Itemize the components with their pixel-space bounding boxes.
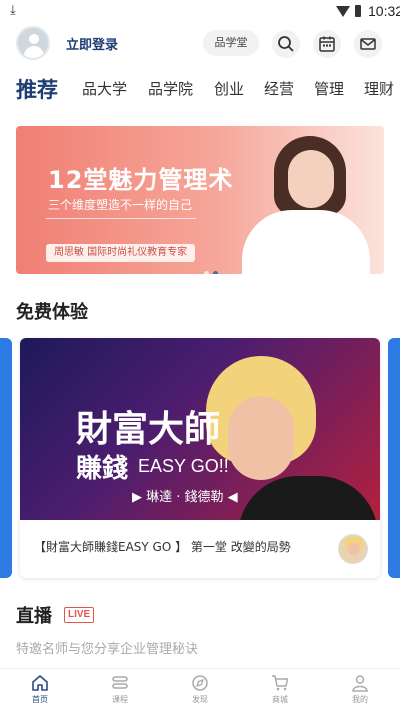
nav-mall[interactable]: 商城 xyxy=(250,673,310,705)
live-badge: LIVE xyxy=(64,607,95,623)
banner-subtitle: 三个维度塑造不一样的自己 xyxy=(48,198,193,212)
avatar[interactable] xyxy=(16,26,50,60)
nav-course-label: 课程 xyxy=(112,695,128,704)
promo-banner[interactable]: 12堂魅力管理术 三个维度塑造不一样的自己 周思敏 国际时尚礼仪教育专家 xyxy=(16,126,384,274)
nav-profile[interactable]: 我的 xyxy=(330,673,390,705)
battery-icon xyxy=(355,5,361,17)
category-tabs: 推荐 品大学 品学院 创业 经营 管理 理财 xyxy=(0,74,400,110)
pinxuetang-button[interactable]: 品学堂 xyxy=(203,30,259,56)
speaker-body-shape xyxy=(238,476,378,520)
banner-divider xyxy=(46,218,196,219)
calendar-button[interactable] xyxy=(313,30,341,58)
discover-icon xyxy=(192,675,208,691)
course-card[interactable]: 財富大師 賺錢 EASY GO!! ▶ 琳達 · 錢德勒 ◀ 【財富大師賺錢EA… xyxy=(20,338,380,578)
banner-presenter-image xyxy=(228,136,378,274)
search-icon xyxy=(278,36,294,52)
download-icon: ⤓ xyxy=(10,3,16,18)
profile-icon xyxy=(352,675,368,692)
home-icon xyxy=(32,675,48,691)
prev-card-peek[interactable] xyxy=(0,338,12,578)
pagination-dot[interactable] xyxy=(204,271,209,274)
live-description: 特邀名师与您分享企业管理秘诀 xyxy=(16,642,199,657)
tab-management[interactable]: 管理 xyxy=(314,78,344,99)
mail-button[interactable] xyxy=(354,30,382,58)
thumbnail-title-3: EASY GO!! xyxy=(138,456,229,476)
course-caption: 【財富大師賺錢EASY GO 】 第一堂 改變的局勢 xyxy=(34,540,291,554)
nav-discover[interactable]: 发现 xyxy=(170,673,230,705)
banner-pagination xyxy=(204,261,222,274)
nav-discover-label: 发现 xyxy=(192,695,208,704)
nav-profile-label: 我的 xyxy=(352,695,368,704)
nav-home-label: 首页 xyxy=(32,695,48,704)
cart-icon xyxy=(272,675,289,691)
tab-pin-university[interactable]: 品大学 xyxy=(82,78,127,99)
banner-tagline: 周思敏 国际时尚礼仪教育专家 xyxy=(46,244,196,262)
header: 立即登录 品学堂 xyxy=(0,24,400,64)
thumbnail-title-1: 財富大師 xyxy=(76,408,221,450)
avatar-head-shape xyxy=(29,34,39,44)
tab-startup[interactable]: 创业 xyxy=(214,78,244,99)
course-thumbnail: 財富大師 賺錢 EASY GO!! ▶ 琳達 · 錢德勒 ◀ xyxy=(20,338,380,520)
thumbnail-title-2: 賺錢 xyxy=(76,454,129,484)
presenter-shirt-shape xyxy=(242,210,370,274)
nav-home[interactable]: 首页 xyxy=(10,673,70,705)
speaker-face-shape xyxy=(228,396,294,480)
speaker-avatar xyxy=(338,534,368,564)
banner-title: 12堂魅力管理术 xyxy=(48,166,234,194)
next-card-peek[interactable] xyxy=(388,338,400,578)
tab-recommend[interactable]: 推荐 xyxy=(16,74,58,104)
free-section-title: 免费体验 xyxy=(16,302,88,323)
search-button[interactable] xyxy=(272,30,300,58)
bottom-nav: 首页 课程 发现 商城 我的 xyxy=(0,668,400,711)
avatar-body-shape xyxy=(24,46,44,58)
status-bar: ⤓ 10:32 xyxy=(0,0,400,24)
login-link[interactable]: 立即登录 xyxy=(66,34,118,53)
nav-course[interactable]: 课程 xyxy=(90,673,150,705)
tab-finance[interactable]: 理财 xyxy=(364,78,394,99)
nav-mall-label: 商城 xyxy=(272,695,288,704)
speaker-avatar-face xyxy=(348,543,360,555)
calendar-icon xyxy=(319,36,335,52)
mail-icon xyxy=(360,38,376,50)
course-icon xyxy=(112,676,128,689)
status-time: 10:32 xyxy=(368,3,400,19)
wifi-icon xyxy=(336,6,350,17)
tab-operations[interactable]: 经营 xyxy=(264,78,294,99)
tab-pin-academy[interactable]: 品学院 xyxy=(148,78,193,99)
live-section-title: 直播 xyxy=(16,606,52,627)
pagination-dot-active[interactable] xyxy=(213,271,218,274)
thumbnail-subtitle: ▶ 琳達 · 錢德勒 ◀ xyxy=(132,490,238,505)
presenter-face-shape xyxy=(288,150,334,208)
